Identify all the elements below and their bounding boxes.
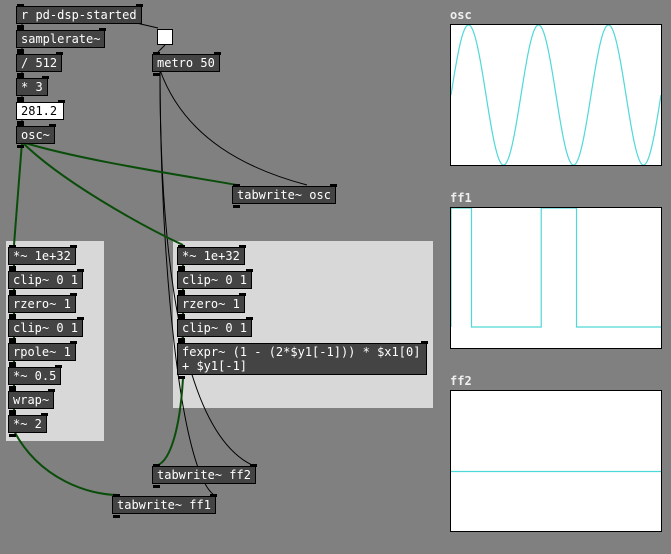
obj-r-mul-big[interactable]: *~ 1e+32 — [177, 247, 245, 265]
obj-l-clip2[interactable]: clip~ 0 1 — [8, 319, 83, 337]
array-label-osc: osc — [450, 8, 472, 22]
obj-r-clip1[interactable]: clip~ 0 1 — [177, 271, 252, 289]
array-osc[interactable] — [450, 24, 662, 166]
obj-tabwrite-ff2[interactable]: tabwrite~ ff2 — [152, 466, 256, 484]
obj-samplerate[interactable]: samplerate~ — [16, 30, 105, 48]
obj-l-rpole[interactable]: rpole~ 1 — [8, 343, 76, 361]
obj-r-clip2[interactable]: clip~ 0 1 — [177, 319, 252, 337]
obj-r-rzero[interactable]: rzero~ 1 — [177, 295, 245, 313]
obj-l-rzero[interactable]: rzero~ 1 — [8, 295, 76, 313]
array-label-ff2: ff2 — [450, 374, 472, 388]
array-ff2[interactable] — [450, 390, 662, 532]
obj-l-mul2[interactable]: *~ 2 — [8, 415, 47, 433]
obj-receive[interactable]: r pd-dsp-started — [16, 6, 142, 24]
obj-l-mul-half[interactable]: *~ 0.5 — [8, 367, 61, 385]
obj-mul3[interactable]: * 3 — [16, 78, 48, 96]
obj-l-wrap[interactable]: wrap~ — [8, 391, 54, 409]
obj-metro[interactable]: metro 50 — [152, 54, 220, 72]
obj-div512[interactable]: / 512 — [16, 54, 62, 72]
toggle-metro[interactable] — [157, 29, 173, 45]
obj-l-mul-big[interactable]: *~ 1e+32 — [8, 247, 76, 265]
obj-tabwrite-ff1[interactable]: tabwrite~ ff1 — [112, 496, 216, 514]
array-ff1[interactable] — [450, 207, 662, 349]
numbox-freq[interactable]: 281.2 — [16, 102, 64, 120]
obj-tabwrite-osc[interactable]: tabwrite~ osc — [232, 186, 336, 204]
obj-l-clip1[interactable]: clip~ 0 1 — [8, 271, 83, 289]
array-label-ff1: ff1 — [450, 191, 472, 205]
obj-r-fexpr[interactable]: fexpr~ (1 - (2*$y1[-1])) * $x1[0] + $y1[… — [177, 343, 427, 375]
obj-osc[interactable]: osc~ — [16, 126, 55, 144]
